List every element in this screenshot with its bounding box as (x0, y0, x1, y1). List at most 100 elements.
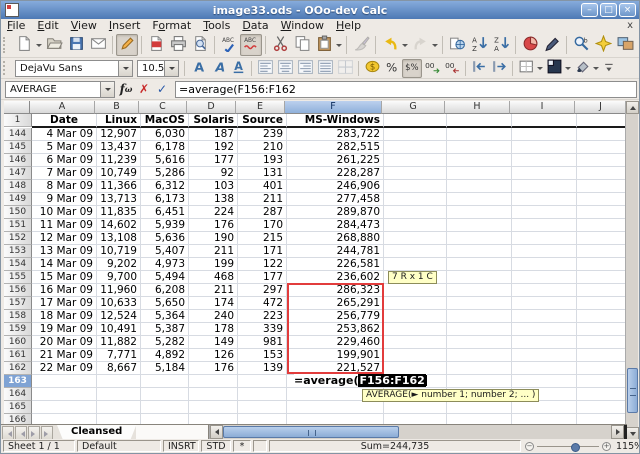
cell-I162[interactable] (512, 362, 577, 375)
cell-C145[interactable]: 6,178 (141, 141, 189, 154)
number-standard-button[interactable]: $% (402, 59, 422, 78)
horizontal-scrollbar[interactable] (209, 425, 624, 439)
row-header-144[interactable]: 144 (4, 128, 32, 141)
row-header-1[interactable]: 1 (4, 114, 32, 127)
row-header-164[interactable]: 164 (4, 388, 32, 401)
sum-field[interactable]: Sum=244,735 (269, 440, 521, 452)
cell-F159[interactable]: 253,862 (287, 323, 384, 336)
cell-F155[interactable]: 236,602 (287, 271, 384, 284)
cell-J146[interactable] (577, 154, 627, 167)
cell-E152[interactable]: 215 (238, 232, 287, 245)
cell-E164[interactable] (238, 388, 287, 401)
cell-I146[interactable] (512, 154, 577, 167)
cell-H162[interactable] (447, 362, 512, 375)
cell-D159[interactable]: 178 (189, 323, 238, 336)
cell-I144[interactable] (512, 128, 577, 141)
new-document-button[interactable] (13, 34, 35, 56)
scroll-right-icon[interactable] (611, 425, 624, 439)
cell-B153[interactable]: 10,719 (97, 245, 141, 258)
cell-G144[interactable] (384, 128, 447, 141)
cell-C156[interactable]: 6,208 (141, 284, 189, 297)
cell-E159[interactable]: 339 (238, 323, 287, 336)
zoom-in-icon[interactable]: + (602, 442, 611, 451)
cell-D149[interactable]: 138 (189, 193, 238, 206)
cell-A161[interactable]: 21 Mar 09 (32, 349, 97, 362)
align-justified-button[interactable] (315, 59, 335, 78)
cell-A149[interactable]: 9 Mar 09 (32, 193, 97, 206)
cell-J1[interactable] (577, 114, 627, 128)
cell-F147[interactable]: 228,287 (287, 167, 384, 180)
menu-help[interactable]: Help (330, 19, 367, 33)
cell-J154[interactable] (577, 258, 627, 271)
cell-C146[interactable]: 5,616 (141, 154, 189, 167)
cell-G160[interactable] (384, 336, 447, 349)
cell-J164[interactable] (577, 388, 627, 401)
cell-G156[interactable] (384, 284, 447, 297)
cell-I161[interactable] (512, 349, 577, 362)
cell-edit-overlay[interactable]: =average(F156:F162 (294, 374, 427, 387)
cell-A145[interactable]: 5 Mar 09 (32, 141, 97, 154)
row-header-153[interactable]: 153 (4, 245, 32, 258)
select-all-corner[interactable] (4, 101, 30, 114)
cell-A165[interactable] (32, 401, 97, 414)
title-bar[interactable]: image33.ods - OOo-dev Calc – □ × (1, 1, 639, 19)
cell-C165[interactable] (141, 401, 189, 414)
cell-H151[interactable] (447, 219, 512, 232)
cell-C155[interactable]: 5,494 (141, 271, 189, 284)
cell-D155[interactable]: 468 (189, 271, 238, 284)
cancel-icon[interactable]: ✗ (135, 80, 153, 98)
print-button[interactable] (167, 34, 189, 56)
add-decimal-button[interactable]: 00 (422, 59, 442, 78)
align-right-button[interactable] (295, 59, 315, 78)
row-header-152[interactable]: 152 (4, 232, 32, 245)
row-header-154[interactable]: 154 (4, 258, 32, 271)
cell-J147[interactable] (577, 167, 627, 180)
hyperlink-button[interactable] (446, 34, 468, 56)
undo-button[interactable] (379, 34, 401, 56)
cell-A164[interactable] (32, 388, 97, 401)
cell-G158[interactable] (384, 310, 447, 323)
cell-E151[interactable]: 170 (238, 219, 287, 232)
cell-D147[interactable]: 92 (189, 167, 238, 180)
toolbar-overflow[interactable] (600, 59, 620, 78)
insert-chart-button[interactable] (519, 34, 541, 56)
cell-E162[interactable]: 139 (238, 362, 287, 375)
cell-E156[interactable]: 297 (238, 284, 287, 297)
toolbar-grip[interactable] (3, 61, 10, 75)
cell-D153[interactable]: 211 (189, 245, 238, 258)
font-size-combo[interactable]: 10.5 (137, 60, 179, 77)
align-center-button[interactable] (275, 59, 295, 78)
cell-F156[interactable]: 286,323 (287, 284, 384, 297)
decrease-indent-button[interactable] (469, 59, 489, 78)
underline-button[interactable]: A (228, 59, 248, 78)
spellcheck-button[interactable]: ABC (218, 34, 240, 56)
cell-I152[interactable] (512, 232, 577, 245)
cell-B158[interactable]: 12,524 (97, 310, 141, 323)
cell-H150[interactable] (447, 206, 512, 219)
cell-A150[interactable]: 10 Mar 09 (32, 206, 97, 219)
cell-H160[interactable] (447, 336, 512, 349)
cell-E153[interactable]: 171 (238, 245, 287, 258)
cell-C160[interactable]: 5,282 (141, 336, 189, 349)
row-header-149[interactable]: 149 (4, 193, 32, 206)
italic-button[interactable]: A (208, 59, 228, 78)
zoom-out-icon[interactable]: − (525, 442, 534, 451)
number-percent-button[interactable]: % (382, 59, 402, 78)
cell-A144[interactable]: 4 Mar 09 (32, 128, 97, 141)
cell-E158[interactable]: 223 (238, 310, 287, 323)
cell-G161[interactable] (384, 349, 447, 362)
cell-C149[interactable]: 6,173 (141, 193, 189, 206)
vertical-scroll-thumb[interactable] (627, 368, 638, 413)
menu-file[interactable]: File (1, 19, 31, 33)
cell-D163[interactable] (189, 375, 238, 388)
cell-B159[interactable]: 10,491 (97, 323, 141, 336)
column-header-G[interactable]: G (382, 101, 445, 114)
minimize-button[interactable]: – (581, 3, 598, 17)
cell-G147[interactable] (384, 167, 447, 180)
background-color-dropdown-icon[interactable] (564, 57, 572, 79)
toolbar-grip[interactable] (3, 37, 10, 54)
cell-J162[interactable] (577, 362, 627, 375)
zoom-slider[interactable] (537, 446, 599, 447)
cell-B147[interactable]: 10,749 (97, 167, 141, 180)
pane-splitter[interactable] (624, 425, 627, 439)
